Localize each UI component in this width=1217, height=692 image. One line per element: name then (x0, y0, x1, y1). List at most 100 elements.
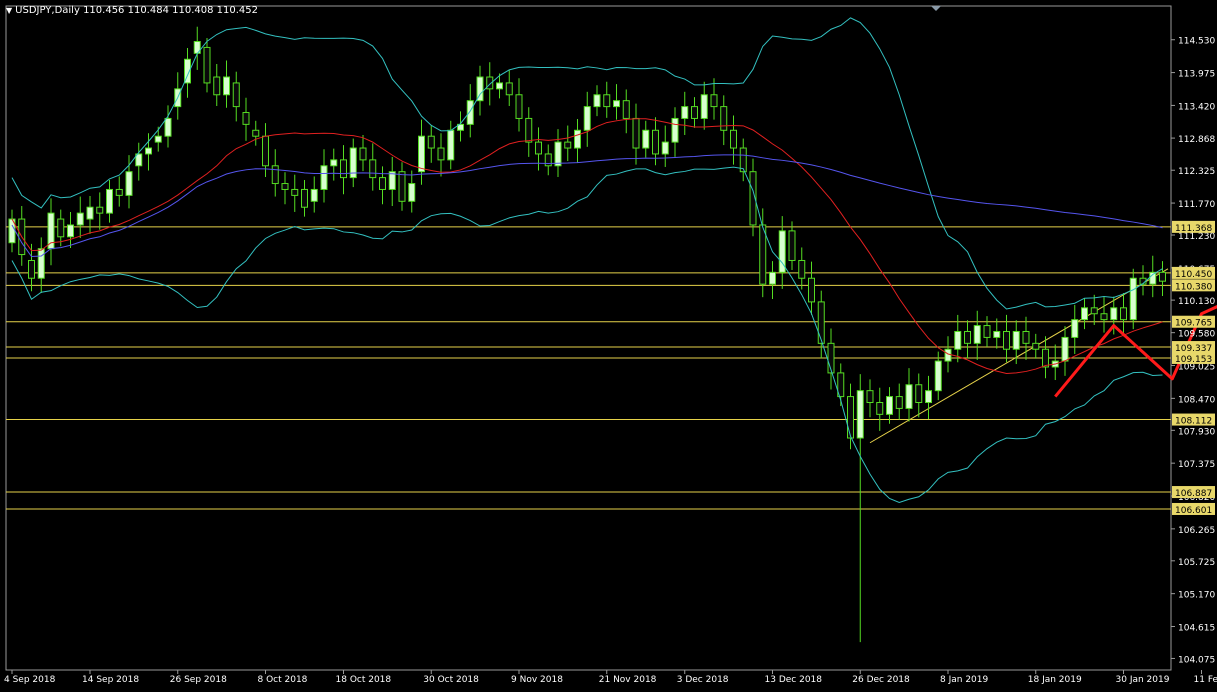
candle-body (1022, 330, 1030, 344)
symbol-label: USDJPY,Daily (15, 5, 80, 16)
x-tick-label: 26 Sep 2018 (170, 675, 227, 685)
price-chart[interactable]: 114.530 113.975 113.420 112.868 112.325 111.7… (0, 0, 1217, 692)
chart-header: ▼ USDJPY,Daily 110.456 110.484 110.408 11… (6, 5, 258, 16)
candle-body (691, 106, 698, 119)
candle-body (418, 135, 425, 173)
candle-body (847, 396, 854, 439)
candle-body (730, 129, 737, 149)
candle-body (330, 159, 338, 167)
y-tick-label: 107.930 (1178, 427, 1215, 437)
candle-body (964, 330, 971, 344)
candle-body (86, 206, 94, 220)
y-tick-label: 112.325 (1178, 167, 1215, 177)
y-tick-label: 113.420 (1178, 102, 1215, 112)
candle-body (593, 94, 601, 108)
y-tick-label: 114.530 (1178, 37, 1215, 47)
y-tick-label: 107.375 (1178, 460, 1215, 470)
candle-body (115, 188, 123, 196)
candle-body (554, 141, 562, 167)
candle-body (525, 117, 533, 143)
candle-body (817, 301, 825, 344)
candle-body (915, 384, 923, 404)
price-tag-label: 110.380 (1175, 282, 1212, 292)
candle-body (154, 135, 162, 143)
candle-body (369, 159, 377, 179)
candle-body (954, 330, 962, 350)
x-tick-label: 26 Dec 2018 (852, 675, 910, 685)
candle-body (769, 271, 776, 285)
candle-body (710, 94, 718, 108)
candle-body (895, 396, 903, 409)
candle-body (271, 165, 279, 185)
candle-body (1081, 307, 1088, 321)
y-tick-label: 104.615 (1178, 624, 1215, 634)
candle-body (886, 396, 893, 415)
candle-body (1032, 342, 1040, 350)
price-tag-label: 106.887 (1175, 489, 1212, 499)
candle-body (447, 129, 455, 161)
candle-body (1159, 271, 1166, 282)
y-tick-label: 112.868 (1178, 135, 1215, 145)
ohlc-readout: 110.456 110.484 110.408 110.452 (83, 5, 259, 16)
candle-body (564, 141, 572, 149)
candle-body (574, 129, 581, 149)
candle-body (232, 82, 240, 108)
x-tick-label: 18 Oct 2018 (336, 675, 392, 685)
candle-body (856, 390, 864, 439)
candle-body (652, 129, 659, 155)
y-tick-label: 111.770 (1178, 200, 1215, 210)
dropdown-triangle-icon[interactable]: ▼ (6, 6, 12, 15)
x-tick-label: 18 Jan 2019 (1028, 675, 1082, 685)
candle-body (700, 94, 708, 119)
x-tick-label: 8 Jan 2019 (940, 675, 988, 685)
candle-body (398, 171, 406, 202)
x-tick-label: 13 Dec 2018 (765, 675, 823, 685)
x-tick-label: 30 Jan 2019 (1116, 675, 1170, 685)
moving-average-line (11, 154, 1163, 258)
candle-body (993, 330, 1001, 338)
candle-body (37, 248, 45, 279)
candle-body (125, 171, 133, 196)
candle-body (944, 348, 952, 362)
candle-body (681, 106, 689, 119)
candle-body (642, 129, 650, 149)
candle-body (106, 188, 113, 214)
candle-body (973, 325, 981, 344)
candle-body (310, 188, 318, 202)
candle-body (661, 141, 669, 155)
x-tick-label: 11 Feb 2019 (1194, 675, 1217, 685)
candle-body (223, 76, 230, 96)
candle-body (281, 183, 289, 190)
candle-body (262, 135, 269, 167)
candle-body (925, 390, 932, 404)
candle-body (1071, 319, 1079, 338)
candle-body (866, 390, 874, 404)
x-tick-label: 3 Dec 2018 (677, 675, 729, 685)
x-tick-label: 4 Sep 2018 (4, 675, 56, 685)
candle-body (466, 100, 474, 125)
candle-body (808, 277, 815, 303)
candle-body (242, 112, 250, 125)
candle-body (622, 100, 630, 119)
candle-body (798, 259, 806, 279)
candle-body (340, 159, 347, 179)
candle-body (544, 153, 552, 167)
candle-body (1120, 307, 1127, 321)
x-tick-label: 14 Sep 2018 (82, 675, 139, 685)
chart-window[interactable]: 114.530 113.975 113.420 112.868 112.325 111.7… (0, 0, 1217, 692)
y-tick-label: 105.170 (1178, 591, 1215, 601)
candle-body (934, 360, 942, 392)
candle-body (76, 212, 84, 226)
candle-body (379, 177, 386, 190)
candle-body (603, 94, 611, 108)
y-tick-label: 109.580 (1178, 330, 1215, 340)
candle-body (535, 141, 542, 155)
candle-body (1090, 307, 1098, 315)
candle-body (1042, 348, 1049, 368)
price-tag-label: 109.153 (1175, 355, 1212, 365)
price-tag-label: 111.368 (1175, 224, 1212, 234)
candle-body (427, 135, 435, 149)
candle-body (359, 147, 367, 161)
candle-body (437, 147, 445, 161)
price-tag-label: 106.601 (1175, 506, 1212, 516)
